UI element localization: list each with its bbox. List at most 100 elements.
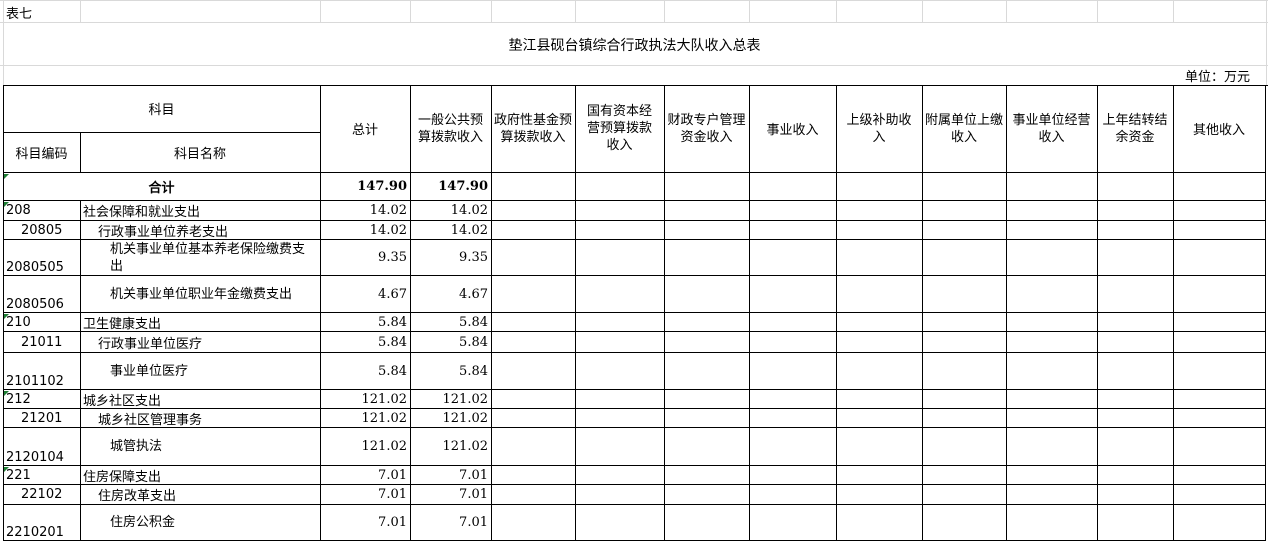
empty-cell [836, 466, 923, 485]
empty-cell [1173, 505, 1266, 541]
empty-cell [836, 428, 923, 466]
empty-cell [491, 276, 576, 313]
empty-cell [749, 332, 837, 353]
empty-cell [491, 173, 576, 201]
empty-cell [1006, 332, 1098, 353]
empty-cell [1173, 240, 1266, 276]
empty-cell [575, 466, 665, 485]
empty-cell [1097, 409, 1174, 428]
total-cell: 7.01 [320, 505, 411, 541]
empty-cell [575, 276, 665, 313]
empty-cell [575, 313, 665, 332]
empty-cell [1173, 353, 1266, 390]
subject-code-cell: 21201 [3, 409, 81, 428]
subject-name-cell: 行政事业单位医疗 [80, 332, 321, 353]
business-income-header: 事业收入 [749, 85, 837, 173]
empty-cell [575, 332, 665, 353]
other-income-header: 其他收入 [1173, 85, 1266, 173]
empty-cell [491, 221, 576, 240]
empty-cell [575, 240, 665, 276]
subject-code-cell: 221 [3, 466, 81, 485]
empty-cell [749, 313, 837, 332]
empty-cell [836, 201, 923, 221]
cell-marker-icon [3, 391, 9, 397]
empty-cell [922, 485, 1007, 505]
subject-code-cell: 2080505 [3, 240, 81, 276]
gridline [1097, 0, 1098, 22]
gridline [1173, 0, 1174, 22]
empty-cell [749, 201, 837, 221]
gridline [749, 0, 750, 22]
empty-cell [575, 505, 665, 541]
empty-cell [1173, 221, 1266, 240]
empty-cell [664, 428, 750, 466]
empty-cell [1097, 173, 1174, 201]
subject-code-cell: 22102 [3, 485, 81, 505]
subject-name-cell: 机关事业单位基本养老保险缴费支出 [80, 240, 321, 276]
gov-fund-header: 政府性基金预算拨款收入 [491, 85, 576, 173]
empty-cell [575, 173, 665, 201]
empty-cell [836, 276, 923, 313]
total-cell: 121.02 [320, 409, 411, 428]
empty-cell [1173, 466, 1266, 485]
empty-cell [491, 201, 576, 221]
empty-cell [836, 409, 923, 428]
empty-cell [836, 390, 923, 409]
gridline [491, 0, 492, 22]
empty-cell [491, 505, 576, 541]
total-cell: 5.84 [320, 313, 411, 332]
empty-cell [491, 353, 576, 390]
subject-code-cell: 212 [3, 390, 81, 409]
empty-cell [1173, 173, 1266, 201]
gridline [320, 0, 321, 22]
empty-cell [922, 276, 1007, 313]
empty-cell [1097, 428, 1174, 466]
subject-code-cell: 2101102 [3, 353, 81, 390]
general-budget-cell: 7.01 [410, 466, 492, 485]
empty-cell [491, 313, 576, 332]
empty-cell [491, 466, 576, 485]
total-cell: 7.01 [320, 485, 411, 505]
page-title: 垫江县砚台镇综合行政执法大队收入总表 [508, 38, 761, 54]
gridline [836, 0, 837, 22]
empty-cell [749, 276, 837, 313]
subject-code-cell: 208 [3, 201, 81, 221]
empty-cell [575, 428, 665, 466]
empty-cell [922, 240, 1007, 276]
empty-cell [922, 313, 1007, 332]
empty-cell [749, 466, 837, 485]
empty-cell [922, 353, 1007, 390]
subject-name-cell: 社会保障和就业支出 [80, 201, 321, 221]
gridline [0, 65, 1268, 66]
carryover-header: 上年结转结余资金 [1097, 85, 1174, 173]
empty-cell [1097, 240, 1174, 276]
empty-cell [1097, 313, 1174, 332]
code-header: 科目编码 [3, 133, 81, 173]
general-budget-cell: 9.35 [410, 240, 492, 276]
total-cell: 121.02 [320, 390, 411, 409]
empty-cell [491, 332, 576, 353]
empty-cell [1173, 276, 1266, 313]
fiscal-special-header: 财政专户管理资金收入 [664, 85, 750, 173]
empty-cell [664, 332, 750, 353]
general-budget-cell: 121.02 [410, 409, 492, 428]
total-cell: 14.02 [320, 221, 411, 240]
gridline [1266, 0, 1267, 85]
empty-cell [575, 485, 665, 505]
empty-cell [836, 353, 923, 390]
empty-cell [749, 390, 837, 409]
empty-cell [575, 353, 665, 390]
empty-cell [1097, 485, 1174, 505]
subject-code-cell: 2080506 [3, 276, 81, 313]
gridline [0, 22, 1268, 23]
subject-name-cell: 机关事业单位职业年金缴费支出 [80, 276, 321, 313]
empty-cell [575, 201, 665, 221]
empty-cell [922, 332, 1007, 353]
empty-cell [664, 353, 750, 390]
general-budget-cell: 14.02 [410, 201, 492, 221]
subject-code-cell: 2210201 [3, 505, 81, 541]
empty-cell [1173, 485, 1266, 505]
empty-cell [491, 390, 576, 409]
empty-cell [836, 313, 923, 332]
subject-name-cell: 住房保障支出 [80, 466, 321, 485]
